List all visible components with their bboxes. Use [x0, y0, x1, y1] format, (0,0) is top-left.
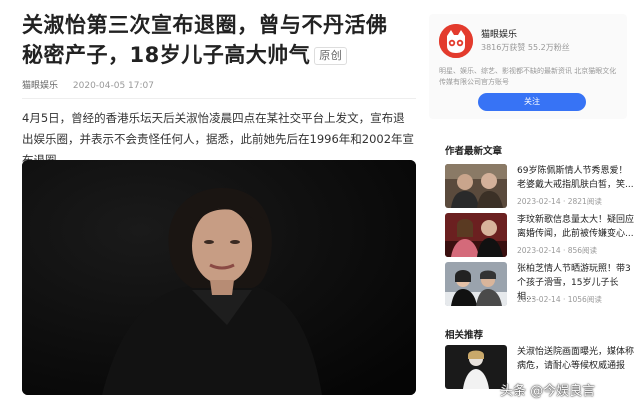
- avatar[interactable]: [439, 24, 473, 58]
- item-meta: 2023-02-14 · 1056阅读: [517, 295, 602, 304]
- item-meta: 2023-02-14 · 856阅读: [517, 246, 598, 255]
- portrait-image: [22, 160, 416, 395]
- list-item[interactable]: 69岁陈佩斯情人节秀恩爱！老婆戴大戒指肌肤白皙，笑... 2023-02-14 …: [445, 164, 635, 214]
- thumbnail: [445, 345, 507, 389]
- article-photo: [22, 160, 416, 395]
- thumbnail: [445, 262, 507, 306]
- thumbnail: [445, 213, 507, 257]
- account-name[interactable]: 猫眼娱乐: [481, 27, 517, 40]
- divider: [22, 98, 416, 99]
- article-meta: 猫眼娱乐 2020-04-05 17:07: [22, 78, 166, 91]
- account-stats: 3816万获赞 55.2万粉丝: [481, 43, 570, 52]
- original-badge: 原创: [314, 47, 348, 65]
- item-title[interactable]: 关淑怡送院画面曝光，媒体称病危，请耐心等候权威通报: [517, 345, 635, 373]
- latest-articles-heading: 作者最新文章: [445, 146, 503, 157]
- watermark: 头条 @今娱良言: [500, 384, 596, 399]
- author-link[interactable]: 猫眼娱乐: [22, 81, 58, 91]
- thumbnail: [445, 164, 507, 208]
- account-card: 猫眼娱乐 3816万获赞 55.2万粉丝 明星、娱乐、综艺、影视都不缺的最新资讯…: [429, 14, 627, 119]
- publish-date: 2020-04-05 17:07: [72, 81, 154, 91]
- item-meta: 2023-02-14 · 2821阅读: [517, 197, 602, 206]
- list-item[interactable]: 张柏芝情人节晒游玩照！带3个孩子滑雪，15岁儿子长相... 2023-02-14…: [445, 262, 635, 312]
- cat-logo-icon: [439, 24, 473, 58]
- related-heading: 相关推荐: [445, 330, 484, 341]
- article-title: 关淑怡第三次宣布退圈，曾与不丹活佛秘密产子，18岁儿子高大帅气 原创: [22, 10, 407, 70]
- account-description: 明星、娱乐、综艺、影视都不缺的最新资讯 北京猫眼文化传媒有限公司官方账号: [439, 67, 617, 86]
- item-title[interactable]: 69岁陈佩斯情人节秀恩爱！老婆戴大戒指肌肤白皙，笑...: [517, 164, 635, 192]
- item-title[interactable]: 李玟新歌信息量太大！疑回应离婚传闻，此前被传嫌变心...: [517, 213, 635, 241]
- list-item[interactable]: 李玟新歌信息量太大！疑回应离婚传闻，此前被传嫌变心... 2023-02-14 …: [445, 213, 635, 263]
- follow-button[interactable]: 关注: [478, 93, 586, 111]
